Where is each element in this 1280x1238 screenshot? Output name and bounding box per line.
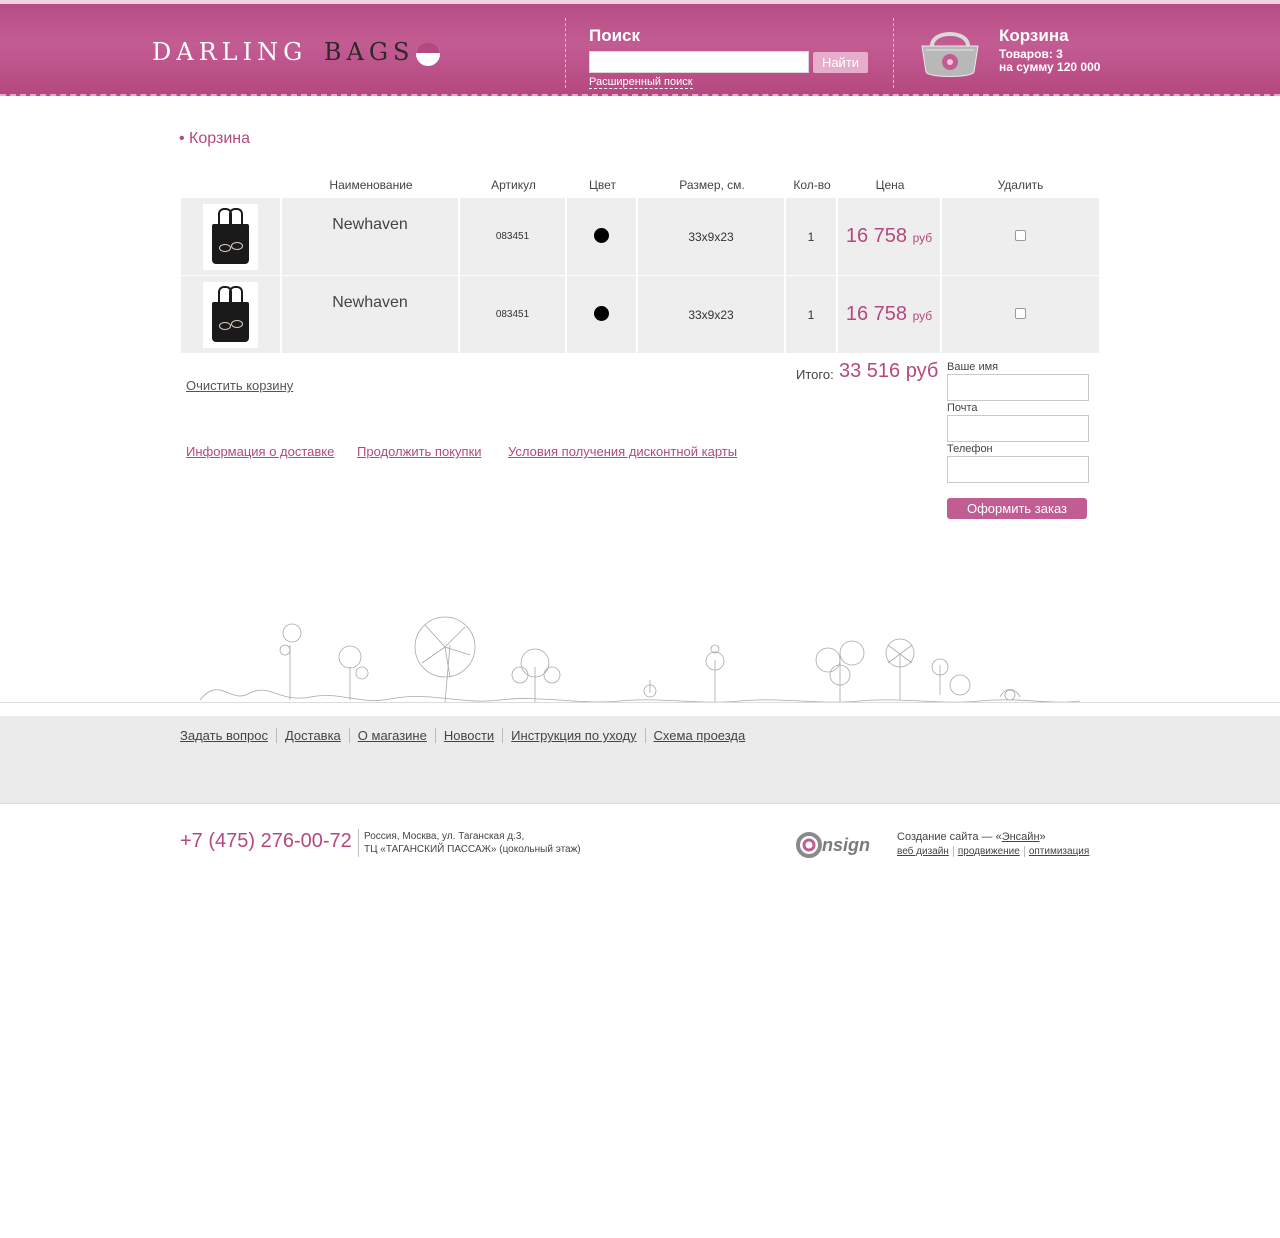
- cart-sum: на сумму 120 000: [999, 60, 1101, 74]
- product-qty: 1: [786, 198, 838, 276]
- contact-phone: +7 (475) 276-00-72: [180, 830, 352, 852]
- site-header: DARLING BAGS Поиск Найти Расширенный пои…: [0, 0, 1280, 96]
- name-label: Ваше имя: [947, 361, 999, 373]
- product-color-cell: [567, 276, 638, 354]
- delete-cell: [942, 198, 1099, 276]
- page-title: • Корзина: [179, 130, 250, 147]
- color-swatch: [594, 305, 609, 321]
- product-price-cell: 16 758 руб: [838, 198, 942, 276]
- ensign-logo-text: nsign: [822, 835, 870, 855]
- header-divider: [893, 18, 894, 88]
- product-name[interactable]: Newhaven: [282, 276, 460, 354]
- footer-link-care[interactable]: Инструкция по уходу: [502, 728, 645, 743]
- page-title-text: Корзина: [189, 130, 250, 147]
- col-header-image: [181, 172, 282, 198]
- product-size: 33x9x23: [638, 276, 786, 354]
- footer-divider: [0, 702, 1280, 703]
- product-price-cell: 16 758 руб: [838, 276, 942, 354]
- clear-cart-link[interactable]: Очистить корзину: [186, 378, 293, 393]
- delete-checkbox[interactable]: [1015, 229, 1026, 241]
- promotion-link[interactable]: продвижение: [952, 846, 1024, 857]
- phone-label: Телефон: [947, 443, 993, 455]
- footer-nav-links: Задать вопрос Доставка О магазине Новости Ин…: [180, 728, 754, 743]
- product-image-cell: [181, 198, 282, 276]
- address-line-2: ТЦ «ТАГАНСКИЙ ПАССАЖ» (цокольный этаж): [364, 844, 581, 855]
- product-article: 083451: [460, 198, 567, 276]
- product-article: 083451: [460, 276, 567, 354]
- ensign-link[interactable]: Энсайн: [1002, 831, 1040, 843]
- col-header-delete: Удалить: [997, 178, 1044, 192]
- created-by: Создание сайта — «Энсайн»: [897, 831, 1046, 843]
- email-field[interactable]: [947, 415, 1089, 442]
- product-qty: 1: [786, 276, 838, 354]
- price-value: 16 758: [845, 225, 908, 247]
- logo-mark-icon: [416, 42, 440, 66]
- product-price: 16 758 руб: [846, 225, 932, 247]
- product-name[interactable]: Newhaven: [282, 198, 460, 276]
- footer-link-ask-question[interactable]: Задать вопрос: [180, 728, 276, 743]
- col-header-size: Размер, см.: [679, 178, 745, 192]
- advanced-search-link[interactable]: Расширенный поиск: [589, 76, 693, 89]
- logo-bags: BAGS: [323, 38, 415, 66]
- web-design-link[interactable]: веб дизайн: [897, 846, 953, 857]
- search-title: Поиск: [589, 26, 641, 45]
- address-divider: [358, 829, 359, 857]
- delete-checkbox[interactable]: [1015, 307, 1026, 319]
- logo-darling: DARLING: [152, 38, 308, 66]
- phone-field[interactable]: [947, 456, 1089, 483]
- footer-link-about[interactable]: О магазине: [348, 728, 435, 743]
- flowers-decoration: [200, 616, 1080, 704]
- table-row: Newhaven 083451 33x9x23 1 16 758 руб: [181, 276, 1099, 354]
- place-order-button[interactable]: Оформить заказ: [947, 498, 1087, 519]
- footer-link-delivery[interactable]: Доставка: [275, 728, 349, 743]
- total-value: 33 516 руб: [839, 360, 939, 382]
- continue-shopping-link[interactable]: Продолжить покупки: [357, 444, 482, 459]
- footer-link-directions[interactable]: Схема проезда: [644, 728, 754, 743]
- header-divider: [565, 18, 566, 88]
- product-image[interactable]: [203, 203, 258, 270]
- ensign-logo[interactable]: nsign: [796, 829, 888, 859]
- price-currency: руб: [912, 231, 933, 245]
- col-header-name: Наименование: [329, 178, 413, 192]
- table-header-row: Наименование Артикул Цвет Размер, см. Ко…: [181, 172, 1099, 198]
- table-row: Newhaven 083451 33x9x23 1 16 758 руб: [181, 198, 1099, 276]
- footer-nav: Задать вопрос Доставка О магазине Новости Ин…: [0, 716, 1280, 804]
- price-value: 16 758: [845, 303, 908, 325]
- col-header-color: Цвет: [589, 178, 616, 192]
- address-line-1: Россия, Москва, ул. Таганская д.3,: [364, 831, 525, 842]
- created-suffix: »: [1039, 831, 1046, 843]
- product-price: 16 758 руб: [846, 303, 932, 325]
- footer-link-news[interactable]: Новости: [434, 728, 503, 743]
- product-image[interactable]: [203, 281, 258, 348]
- optimization-link[interactable]: оптимизация: [1023, 846, 1094, 857]
- cart-title[interactable]: Корзина: [999, 26, 1069, 46]
- name-field[interactable]: [947, 374, 1089, 401]
- delete-cell: [942, 276, 1099, 354]
- logo[interactable]: DARLING BAGS: [152, 38, 414, 66]
- product-image-cell: [181, 276, 282, 354]
- total-label: Итого:: [796, 367, 834, 382]
- product-size: 33x9x23: [638, 198, 786, 276]
- cart-count: Товаров: 3: [999, 47, 1063, 61]
- price-currency: руб: [912, 309, 933, 323]
- discount-terms-link[interactable]: Условия получения дисконтной карты: [508, 444, 737, 459]
- services-links: веб дизайн продвижение оптимизация: [897, 846, 1094, 857]
- search-button[interactable]: Найти: [813, 52, 868, 73]
- col-header-article: Артикул: [491, 178, 536, 192]
- search-input[interactable]: [589, 51, 809, 73]
- product-color-cell: [567, 198, 638, 276]
- cart-table: Наименование Артикул Цвет Размер, см. Ко…: [181, 172, 1099, 354]
- col-header-price: Цена: [875, 178, 905, 192]
- created-prefix: Создание сайта — «: [897, 831, 1002, 843]
- delivery-info-link[interactable]: Информация о доставке: [186, 444, 334, 459]
- color-swatch: [594, 227, 609, 243]
- cart-bag-icon[interactable]: [918, 24, 982, 82]
- col-header-qty: Кол-во: [793, 178, 831, 192]
- email-label: Почта: [947, 402, 978, 414]
